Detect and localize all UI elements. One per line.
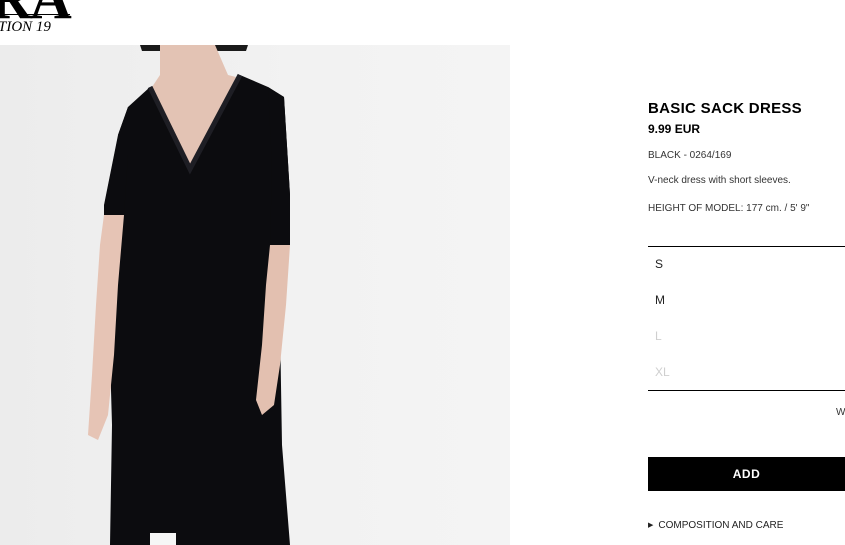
product-description: V-neck dress with short sleeves.: [648, 175, 791, 186]
add-to-cart-button[interactable]: ADD: [648, 457, 845, 491]
size-option-xl[interactable]: XL: [655, 365, 670, 379]
model-height: HEIGHT OF MODEL: 177 cm. / 5' 9": [648, 203, 810, 214]
composition-and-care-link[interactable]: ▶ COMPOSITION AND CARE: [648, 520, 783, 531]
composition-label: COMPOSITION AND CARE: [658, 520, 784, 531]
size-option-m[interactable]: M: [655, 293, 665, 307]
size-list-bottom-divider: [648, 390, 845, 391]
size-guide-link[interactable]: W: [836, 407, 845, 418]
triangle-right-icon: ▶: [648, 522, 654, 529]
logo-rule: [0, 14, 70, 15]
product-color-ref: BLACK - 0264/169: [648, 150, 732, 161]
model-photo: [88, 45, 290, 545]
product-image[interactable]: [0, 45, 510, 545]
collection-label: TION 19: [0, 19, 51, 35]
size-list-top-divider: [648, 246, 845, 247]
size-option-l[interactable]: L: [655, 329, 662, 343]
product-title: BASIC SACK DRESS: [648, 100, 802, 117]
model-leg: [150, 533, 176, 545]
model-left-sleeve: [104, 107, 128, 215]
size-option-s[interactable]: S: [655, 257, 663, 271]
product-price: 9.99 EUR: [648, 122, 701, 136]
